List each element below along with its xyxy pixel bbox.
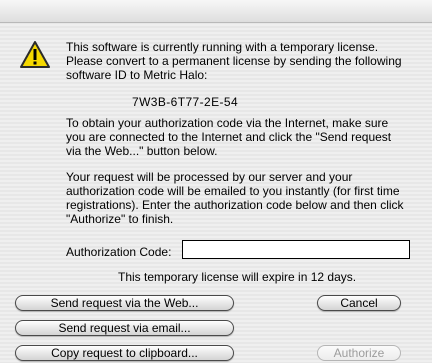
authorization-code-label: Authorization Code: — [66, 245, 172, 259]
send-request-email-button[interactable]: Send request via email... — [15, 320, 234, 336]
software-id: 7W3B-6T77-2E-54 — [132, 95, 239, 109]
copy-request-clipboard-button[interactable]: Copy request to clipboard... — [15, 345, 234, 361]
intro-message: This software is currently running with … — [66, 40, 402, 82]
expiration-notice: This temporary license will expire in 12… — [118, 270, 357, 284]
authorization-code-field[interactable] — [182, 240, 410, 259]
authorize-button[interactable]: Authorize — [317, 345, 401, 361]
title-bar — [0, 0, 432, 23]
warning-icon — [20, 40, 50, 70]
license-dialog: This software is currently running with … — [0, 0, 432, 363]
send-request-web-button[interactable]: Send request via the Web... — [15, 295, 234, 311]
processing-instructions: Your request will be processed by our se… — [66, 170, 404, 226]
cancel-button[interactable]: Cancel — [317, 295, 401, 311]
internet-instructions: To obtain your authorization code via th… — [66, 116, 392, 158]
